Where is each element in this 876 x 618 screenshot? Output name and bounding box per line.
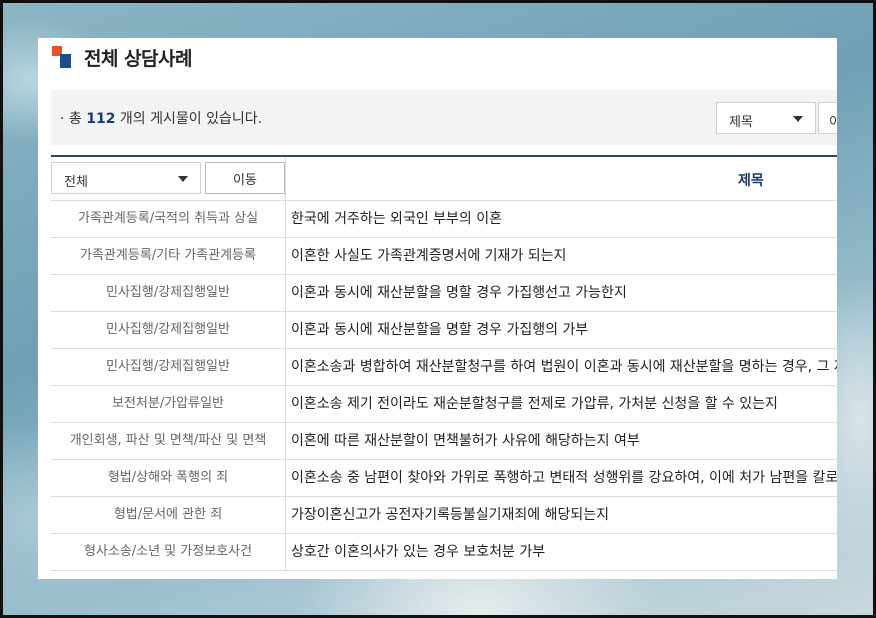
table-row[interactable]: 개인회생, 파산 및 면책/파산 및 면책 이혼에 따른 재산분할이 면책불허가 … [51, 423, 837, 460]
section-heading: 전체 상담사례 [52, 42, 193, 72]
row-category: 보전처분/가압류일반 [111, 396, 225, 411]
row-title-link[interactable]: 이혼소송과 병합하여 재산분할청구를 하여 법원이 이혼과 동시에 재산분할을 … [291, 349, 837, 385]
section-title: 전체 상담사례 [84, 47, 193, 70]
table-header: 전체 이동 제목 [51, 157, 837, 201]
search-second-select[interactable]: 이 [818, 102, 837, 134]
row-title-link[interactable]: 한국에 거주하는 외국인 부부의 이혼 [291, 201, 502, 237]
row-title-link[interactable]: 이혼소송 제기 전이라도 재순분할청구를 전제로 가압류, 가처분 신청을 할 … [291, 386, 778, 422]
row-category: 민사집행/강제집행일반 [106, 359, 230, 374]
table-row[interactable]: 가족관계등록/국적의 취득과 상실 한국에 거주하는 외국인 부부의 이혼 [51, 201, 837, 238]
table-row[interactable]: 민사집행/강제집행일반 이혼과 동시에 재산분할을 명할 경우 가집행의 가부 [51, 312, 837, 349]
row-category: 민사집행/강제집행일반 [106, 322, 230, 337]
table-row[interactable]: 민사집행/강제집행일반 이혼소송과 병합하여 재산분할청구를 하여 법원이 이혼과… [51, 349, 837, 386]
category-filter-select[interactable]: 전체 [51, 162, 201, 194]
section-logo-icon [52, 46, 72, 68]
table-row[interactable]: 보전처분/가압류일반 이혼소송 제기 전이라도 재순분할청구를 전제로 가압류, … [51, 386, 837, 423]
row-title-link[interactable]: 이혼소송 중 남편이 찾아와 가위로 폭행하고 변태적 성행위를 강요하여, 이… [291, 460, 837, 496]
post-count: 112 [86, 111, 116, 127]
chevron-down-icon [793, 116, 803, 122]
table-row[interactable]: 민사집행/강제집행일반 이혼과 동시에 재산분할을 명할 경우 가집행선고 가능한… [51, 275, 837, 312]
row-category: 형사소송/소년 및 가정보호사건 [83, 544, 253, 559]
go-button[interactable]: 이동 [205, 162, 285, 194]
table-row[interactable]: 가족관계등록/기타 가족관계등록 이혼한 사실도 가족관계증명서에 기재가 되는지 [51, 238, 837, 275]
case-list: 가족관계등록/국적의 취득과 상실 한국에 거주하는 외국인 부부의 이혼 가족관… [51, 201, 837, 571]
row-title-link[interactable]: 이혼한 사실도 가족관계증명서에 기재가 되는지 [291, 238, 566, 274]
row-category: 민사집행/강제집행일반 [106, 285, 230, 300]
summary-bar: · 총 112 개의 게시물이 있습니다. 제목 이 [51, 90, 837, 145]
row-category: 형법/상해와 폭행의 죄 [107, 470, 229, 485]
chevron-down-icon [178, 176, 188, 182]
column-header-title: 제목 [738, 173, 764, 189]
table-row[interactable]: 형사소송/소년 및 가정보호사건 상호간 이혼의사가 있는 경우 보호처분 가부 [51, 534, 837, 571]
table-row[interactable]: 형법/문서에 관한 죄 가장이혼신고가 공전자기록등불실기재죄에 해당되는지 [51, 497, 837, 534]
row-category: 형법/문서에 관한 죄 [113, 507, 223, 522]
column-divider [285, 157, 286, 200]
row-title-link[interactable]: 이혼과 동시에 재산분할을 명할 경우 가집행선고 가능한지 [291, 275, 627, 311]
consultation-cases-panel: 전체 상담사례 · 총 112 개의 게시물이 있습니다. 제목 이 전체 이동… [38, 38, 837, 579]
row-category: 가족관계등록/국적의 취득과 상실 [77, 211, 259, 226]
table-row[interactable]: 형법/상해와 폭행의 죄 이혼소송 중 남편이 찾아와 가위로 폭행하고 변태적 … [51, 460, 837, 497]
post-count-text: · 총 112 개의 게시물이 있습니다. [60, 111, 263, 127]
search-field-select[interactable]: 제목 [716, 102, 816, 134]
row-title-link[interactable]: 상호간 이혼의사가 있는 경우 보호처분 가부 [291, 534, 545, 570]
row-category: 가족관계등록/기타 가족관계등록 [80, 248, 256, 263]
row-title-link[interactable]: 이혼과 동시에 재산분할을 명할 경우 가집행의 가부 [291, 312, 588, 348]
row-title-link[interactable]: 가장이혼신고가 공전자기록등불실기재죄에 해당되는지 [291, 497, 609, 533]
row-category: 개인회생, 파산 및 면책/파산 및 면책 [69, 433, 267, 448]
row-title-link[interactable]: 이혼에 따른 재산분할이 면책불허가 사유에 해당하는지 여부 [291, 423, 640, 459]
